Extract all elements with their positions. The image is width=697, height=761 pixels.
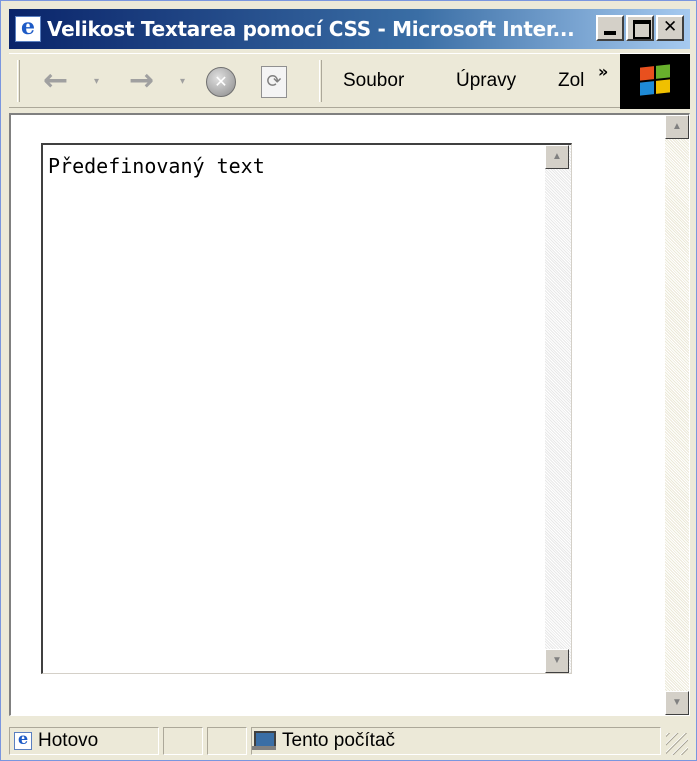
status-cell-empty xyxy=(207,727,247,755)
refresh-icon[interactable]: ⟳ xyxy=(261,66,287,98)
windows-logo xyxy=(620,54,690,109)
stop-icon[interactable]: ✕ xyxy=(206,67,236,97)
close-button[interactable] xyxy=(656,15,684,41)
maximize-button[interactable] xyxy=(626,15,654,41)
zone-cell: Tento počítač xyxy=(251,727,661,755)
textarea-scrollbar[interactable]: ▲ ▼ xyxy=(545,145,571,673)
browser-window: Velikost Textarea pomocí CSS - Microsoft… xyxy=(0,0,697,761)
minimize-button[interactable] xyxy=(596,15,624,41)
page-scroll-up-icon[interactable]: ▲ xyxy=(665,115,689,139)
title-bar[interactable]: Velikost Textarea pomocí CSS - Microsoft… xyxy=(9,9,690,49)
toolbar: ← ▾ → ▾ ✕ ⟳ Soubor Úpravy Zol » xyxy=(9,53,690,109)
textarea-text[interactable]: Předefinovaný text xyxy=(45,147,545,667)
window-controls xyxy=(596,15,684,41)
page-scroll-down-icon[interactable]: ▼ xyxy=(665,691,689,715)
zone-text: Tento počítač xyxy=(282,730,396,751)
status-bar: Hotovo Tento počítač xyxy=(9,721,690,757)
status-cell-empty xyxy=(163,727,203,755)
status-text: Hotovo xyxy=(38,730,99,751)
page-icon xyxy=(14,729,32,750)
toolbar-separator xyxy=(319,60,322,102)
menu-overflow-icon[interactable]: » xyxy=(598,62,608,81)
resize-grip-icon[interactable] xyxy=(666,733,688,755)
back-dropdown-icon[interactable]: ▾ xyxy=(94,76,99,87)
status-cell: Hotovo xyxy=(9,727,159,755)
page-scrollbar[interactable]: ▲ ▼ xyxy=(665,115,689,715)
menu-item-zobrazit[interactable]: Zol xyxy=(558,70,584,92)
windows-flag-icon xyxy=(640,64,670,96)
back-arrow-icon[interactable]: ← xyxy=(43,66,68,96)
window-title: Velikost Textarea pomocí CSS - Microsoft… xyxy=(47,17,575,41)
menu-item-soubor[interactable]: Soubor xyxy=(343,70,404,92)
menu-item-upravy[interactable]: Úpravy xyxy=(456,70,516,92)
textarea-scroll-down-icon[interactable]: ▼ xyxy=(545,649,569,673)
ie-icon xyxy=(15,14,41,42)
computer-icon xyxy=(252,730,276,751)
page-content: Předefinovaný text ▲ ▼ ▲ ▼ xyxy=(9,113,690,716)
textarea-scroll-up-icon[interactable]: ▲ xyxy=(545,145,569,169)
forward-dropdown-icon[interactable]: ▾ xyxy=(180,76,185,87)
toolbar-grip[interactable] xyxy=(17,60,20,102)
forward-arrow-icon[interactable]: → xyxy=(129,66,154,96)
textarea[interactable]: Předefinovaný text ▲ ▼ xyxy=(41,143,572,674)
